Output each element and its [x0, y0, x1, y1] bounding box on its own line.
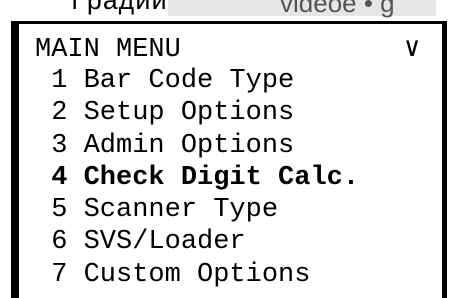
menu-item-svs-loader[interactable]: 6 SVS/Loader — [35, 226, 359, 258]
cropped-text-fragment: градий — [70, 0, 168, 18]
menu-item-check-digit-calc[interactable]: 4 Check Digit Calc. — [35, 162, 359, 194]
menu-item-scanner-type[interactable]: 5 Scanner Type — [35, 194, 359, 226]
menu-item-setup-options[interactable]: 2 Setup Options — [35, 97, 359, 129]
main-menu-list: 1 Bar Code Type 2 Setup Options 3 Admin … — [35, 65, 359, 291]
menu-item-admin-options[interactable]: 3 Admin Options — [35, 130, 359, 162]
cropped-gray-text: vidéoé • g — [280, 0, 395, 18]
device-screen: MAIN MENU ∨ 1 Bar Code Type 2 Setup Opti… — [11, 21, 447, 298]
menu-item-custom-options[interactable]: 7 Custom Options — [35, 259, 359, 291]
menu-title: MAIN MENU — [35, 35, 181, 65]
cropped-top-strip: градий vidéoé • g — [0, 0, 457, 20]
menu-item-bar-code-type[interactable]: 1 Bar Code Type — [35, 65, 359, 97]
chevron-down-icon[interactable]: ∨ — [404, 35, 420, 65]
